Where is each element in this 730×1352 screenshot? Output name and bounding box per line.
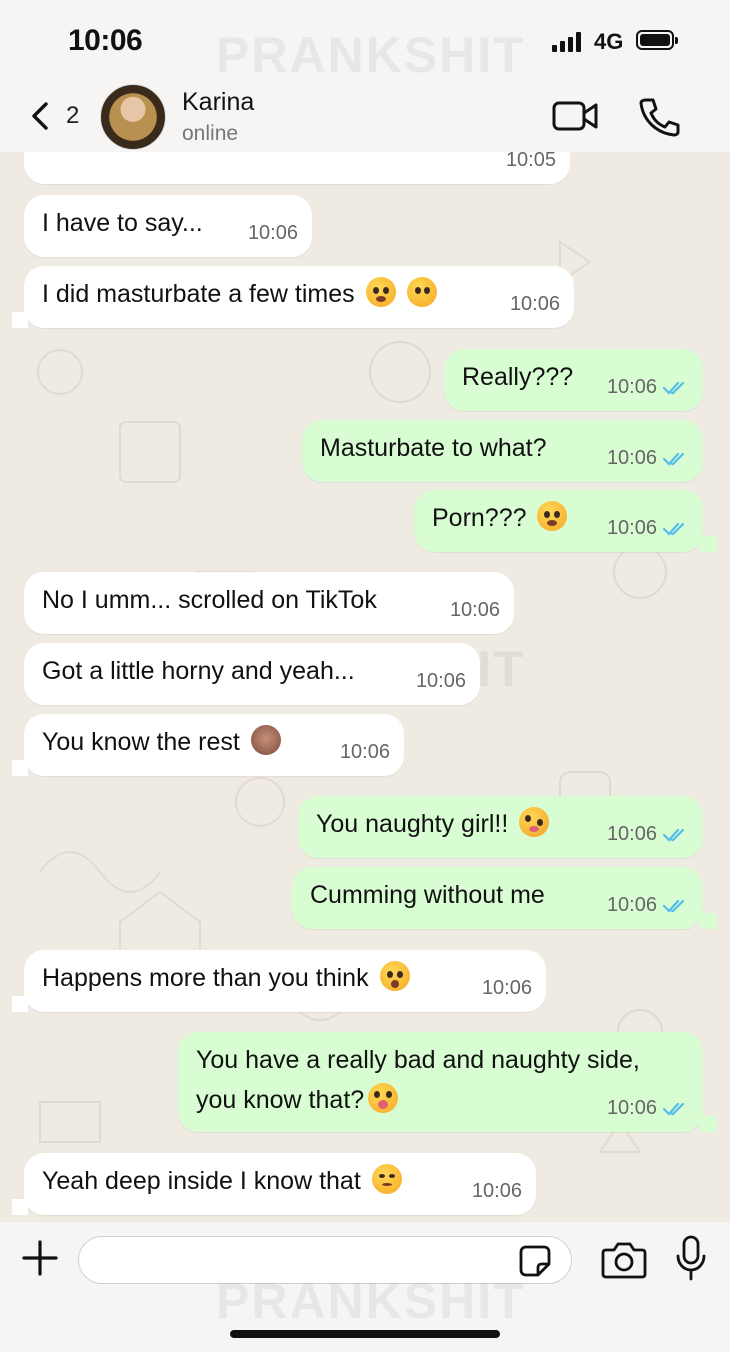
message-time: 10:06 [606,894,657,916]
message-bubble-outgoing[interactable]: You naughty girl!! 10:06 [298,796,703,858]
message-text: Masturbate to what? [320,434,547,462]
message-meta: 10:06 [607,438,689,478]
home-indicator [230,1330,500,1338]
message-meta: 10:06 [607,814,689,854]
message-bubble-outgoing[interactable]: Porn??? 10:06 [414,490,703,552]
bubble-tail [12,1199,28,1215]
plus-icon[interactable] [20,1238,60,1278]
message-bubble-incoming[interactable]: Yeah deep inside I know that 10:06 [24,1153,536,1215]
read-receipt-icon [663,522,685,536]
message-bubble-incoming[interactable]: Got a little horny and yeah... 10:06 [24,643,480,705]
message-bubble-outgoing[interactable]: Masturbate to what? 10:06 [302,420,703,482]
bubble-tail [12,996,28,1012]
flushed-face-emoji [365,277,396,307]
bubble-tail [700,536,716,552]
message-bubble-incoming[interactable]: Happens more than you think 10:06 [24,950,546,1012]
see-no-evil-monkey-emoji [250,725,281,755]
face-with-open-mouth-emoji [379,961,410,991]
sticker-icon[interactable] [518,1244,552,1278]
message-bubble-incoming[interactable]: You know the rest 10:06 [24,714,404,776]
message-text: Cumming without me [310,881,545,909]
message-meta: 10:06 [607,367,689,407]
message-time: 10:05 [505,152,556,171]
message-text: No I umm... scrolled on TikTok [42,586,377,614]
tongue-out-face-emoji [368,1083,399,1113]
message-input-bar: PRANKSHIT [0,1222,730,1352]
message-meta: 10:06 [607,885,689,925]
read-receipt-icon [663,381,685,395]
network-label: 4G [594,29,624,54]
message-text: Really??? [462,363,574,391]
message-text: Yeah deep inside I know that [42,1167,361,1195]
read-receipt-icon [663,452,685,466]
message-text-line-2: you know that? [196,1086,365,1114]
phone-call-icon[interactable] [636,94,682,138]
zany-face-emoji [519,807,550,837]
status-time: 10:06 [68,24,143,57]
message-text: I have to say... [42,209,203,237]
message-time: 10:06 [606,1097,657,1119]
bubble-tail [700,1116,716,1132]
smirking-face-emoji [371,1164,402,1194]
message-bubble-outgoing[interactable]: Cumming without me 10:06 [292,867,703,929]
message-text: You know the rest [42,728,240,756]
message-text: Got a little horny and yeah... [42,657,355,685]
chat-area[interactable]: PRANKSHIT 10:05 I have to say... 10:06 I… [0,152,730,1222]
message-bubble-incoming[interactable]: I did masturbate a few times 10:06 [24,266,574,328]
contact-name[interactable]: Karina [182,88,254,117]
message-time: 10:06 [247,222,298,244]
message-time: 10:06 [449,599,500,621]
read-receipt-icon [663,828,685,842]
message-time: 10:06 [481,977,532,999]
bubble-tail [12,760,28,776]
message-bubble-outgoing[interactable]: Really??? 10:06 [444,349,703,411]
microphone-icon[interactable] [674,1234,708,1282]
read-receipt-icon [663,899,685,913]
message-bubble-incoming[interactable]: I have to say... 10:06 [24,195,312,257]
message-meta: 10:06 [607,1088,689,1128]
battery-icon [636,30,678,50]
message-time: 10:06 [509,293,560,315]
message-time: 10:06 [606,447,657,469]
contact-status: online [182,122,239,145]
message-time: 10:06 [606,823,657,845]
message-time: 10:06 [339,741,390,763]
bubble-tail [700,913,716,929]
message-time: 10:06 [606,376,657,398]
video-call-icon[interactable] [548,94,602,138]
message-text-line-1: You have a really bad and naughty side, [196,1046,640,1074]
message-bubble-incoming[interactable]: No I umm... scrolled on TikTok 10:06 [24,572,514,634]
message-time: 10:06 [415,670,466,692]
message-input[interactable] [78,1236,572,1284]
read-receipt-icon [663,1102,685,1116]
flushed-face-emoji [537,501,568,531]
hand-over-mouth-emoji [406,277,437,307]
message-text: You naughty girl!! [316,810,509,838]
message-meta: 10:06 [607,508,689,548]
back-arrow-icon[interactable] [22,96,62,136]
message-bubble-incoming[interactable]: 10:05 [24,152,570,184]
message-text: Porn??? [432,504,527,532]
bubble-tail [12,312,28,328]
avatar[interactable] [100,84,166,150]
message-text: I did masturbate a few times [42,280,355,308]
message-time: 10:06 [471,1180,522,1202]
status-bar: 10:06 4G PRANKSHIT [0,0,730,83]
chat-header: 2 Karina online [0,80,730,152]
message-text: Happens more than you think [42,964,369,992]
message-bubble-outgoing[interactable]: You have a really bad and naughty side, … [178,1032,703,1132]
unread-count[interactable]: 2 [66,102,79,130]
camera-icon[interactable] [600,1240,648,1280]
watermark-top: PRANKSHIT [216,27,526,83]
signal-icon [552,32,586,52]
message-time: 10:06 [606,517,657,539]
